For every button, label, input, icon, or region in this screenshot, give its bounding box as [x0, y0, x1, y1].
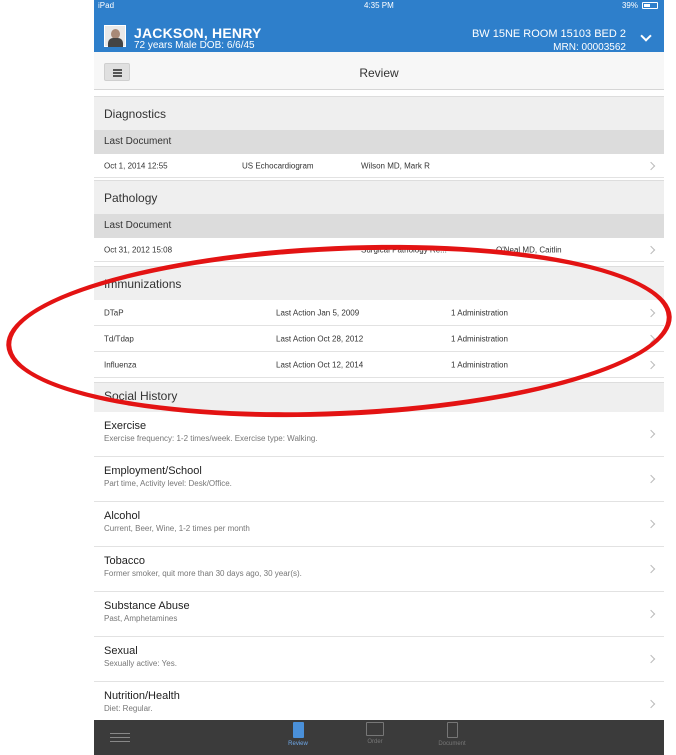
patient-photo — [104, 25, 126, 47]
item-description: Diet: Regular. — [104, 704, 153, 713]
social-history-item[interactable]: Employment/School Part time, Activity le… — [94, 457, 664, 502]
vaccine-name: DTaP — [104, 308, 124, 317]
chevron-right-icon — [646, 474, 656, 484]
status-bar: iPad 4:35 PM 39% — [94, 0, 664, 11]
administration-count: 1 Administration — [451, 308, 508, 317]
document-type: Surgical Pathology Re... — [361, 245, 447, 254]
item-description: Exercise frequency: 1-2 times/week. Exer… — [104, 434, 318, 443]
social-history-item[interactable]: Alcohol Current, Beer, Wine, 1-2 times p… — [94, 502, 664, 547]
item-title: Employment/School — [104, 465, 202, 477]
chevron-right-icon — [646, 334, 656, 343]
immunization-row[interactable]: Td/Tdap Last Action Oct 28, 2012 1 Admin… — [94, 326, 664, 352]
pathology-header: Pathology — [94, 180, 664, 214]
social-history-item[interactable]: Substance Abuse Past, Amphetamines — [94, 592, 664, 637]
tab-review[interactable]: Review — [278, 722, 318, 747]
patient-location: BW 15NE ROOM 15103 BED 2 — [471, 28, 626, 40]
immunizations-header: Immunizations — [94, 266, 664, 300]
tab-order[interactable]: Order — [355, 722, 395, 745]
tab-label: Review — [288, 741, 308, 747]
battery-percent: 39% — [621, 1, 638, 10]
item-description: Sexually active: Yes. — [104, 659, 177, 668]
vaccine-name: Td/Tdap — [104, 334, 134, 343]
social-history-item[interactable]: Sexual Sexually active: Yes. — [94, 637, 664, 682]
ipad-screen: iPad 4:35 PM 39% JACKSON, HENRY 72 years… — [94, 0, 664, 755]
immunization-row[interactable]: DTaP Last Action Jan 5, 2009 1 Administr… — [94, 300, 664, 326]
nav-bar: Review — [94, 52, 664, 90]
administration-count: 1 Administration — [451, 360, 508, 369]
tab-label: Order — [367, 739, 383, 745]
clock: 4:35 PM — [364, 1, 394, 10]
diagnostics-header: Diagnostics — [94, 96, 664, 130]
tab-document[interactable]: Document — [432, 722, 472, 747]
patient-banner[interactable]: JACKSON, HENRY 72 years Male DOB: 6/6/45… — [94, 11, 664, 53]
social-history-item[interactable]: Tobacco Former smoker, quit more than 30… — [94, 547, 664, 592]
chevron-right-icon — [646, 564, 656, 574]
item-title: Alcohol — [104, 510, 141, 522]
page: iPad 4:35 PM 39% JACKSON, HENRY 72 years… — [0, 0, 676, 755]
chevron-right-icon — [646, 654, 656, 664]
diagnostics-subheader: Last Document — [94, 130, 664, 154]
chevron-down-icon[interactable] — [640, 30, 652, 42]
patient-demographics: 72 years Male DOB: 6/6/45 — [134, 40, 255, 51]
administration-count: 1 Administration — [451, 334, 508, 343]
social-history-header: Social History — [94, 382, 664, 412]
battery-icon — [642, 2, 658, 9]
last-action: Last Action Oct 12, 2014 — [276, 360, 364, 369]
last-action: Last Action Oct 28, 2012 — [276, 334, 364, 343]
pathology-subheader: Last Document — [94, 214, 664, 238]
item-description: Former smoker, quit more than 30 days ag… — [104, 569, 302, 578]
chevron-right-icon — [646, 699, 656, 709]
item-description: Current, Beer, Wine, 1-2 times per month — [104, 524, 250, 533]
document-date: Oct 1, 2014 12:55 — [104, 161, 168, 170]
review-content[interactable]: Diagnostics Last Document Oct 1, 2014 12… — [94, 90, 664, 727]
order-icon — [366, 722, 384, 736]
pathology-row[interactable]: Oct 31, 2012 15:08 Surgical Pathology Re… — [94, 238, 664, 262]
chevron-right-icon — [646, 245, 656, 254]
item-title: Nutrition/Health — [104, 690, 180, 702]
page-title: Review — [359, 66, 399, 80]
document-type: US Echocardiogram — [242, 161, 314, 170]
bottom-tab-bar: Review Order Document — [94, 720, 664, 755]
item-title: Substance Abuse — [104, 600, 190, 612]
document-date: Oct 31, 2012 15:08 — [104, 245, 173, 254]
chevron-right-icon — [646, 429, 656, 439]
chevron-right-icon — [646, 519, 656, 529]
item-title: Tobacco — [104, 555, 145, 567]
patient-name: JACKSON, HENRY — [134, 25, 262, 41]
chevron-right-icon — [646, 161, 656, 170]
chevron-right-icon — [646, 609, 656, 619]
carrier-label: iPad — [98, 1, 115, 10]
hamburger-menu-icon[interactable] — [110, 733, 130, 745]
immunization-row[interactable]: Influenza Last Action Oct 12, 2014 1 Adm… — [94, 352, 664, 378]
item-title: Sexual — [104, 645, 138, 657]
item-description: Part time, Activity level: Desk/Office. — [104, 479, 232, 488]
diagnostics-row[interactable]: Oct 1, 2014 12:55 US Echocardiogram Wils… — [94, 154, 664, 178]
document-author: Wilson MD, Mark R — [361, 161, 430, 170]
chevron-right-icon — [646, 360, 656, 369]
item-title: Exercise — [104, 420, 147, 432]
last-action: Last Action Jan 5, 2009 — [276, 308, 360, 317]
document-author: O'Neal MD, Caitlin — [496, 245, 562, 254]
vaccine-name: Influenza — [104, 360, 137, 369]
review-icon — [292, 722, 304, 738]
item-description: Past, Amphetamines — [104, 614, 178, 623]
social-history-item[interactable]: Exercise Exercise frequency: 1-2 times/w… — [94, 412, 664, 457]
tab-label: Document — [438, 741, 466, 747]
document-icon — [446, 722, 458, 738]
chevron-right-icon — [646, 308, 656, 317]
